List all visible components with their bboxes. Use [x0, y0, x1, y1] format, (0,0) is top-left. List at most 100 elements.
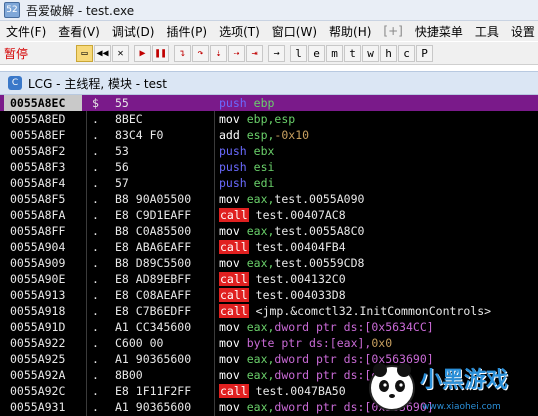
instruction-address: 0055A8FF [10, 224, 66, 238]
instruction-text: mov eax,dword ptr ds:[eax] [219, 367, 399, 383]
instruction-mnemonic: call [219, 304, 249, 318]
row-marker: . [92, 256, 99, 270]
disassembly-row[interactable]: 0055A90E. E8 AD89EBFF call test.004132C0 [0, 271, 538, 287]
disassembly-row[interactable]: 0055A91D. A1 CC345600 mov eax,dword ptr ds… [0, 319, 538, 335]
instruction-text: mov eax,test.00559CD8 [219, 255, 364, 271]
instruction-text: push ebx [219, 143, 274, 159]
disassembly-row[interactable]: 0055A918. E8 C7B6EDFF call <jmp.&comctl32.… [0, 303, 538, 319]
disassembly-row[interactable]: 0055A913. E8 C08AEAFF call test.004033D8 [0, 287, 538, 303]
instruction-operand: eax, [246, 400, 275, 414]
disassembly-row[interactable]: 0055A8F4. 57 push edi [0, 175, 538, 191]
instruction-address: 0055A8F4 [10, 176, 66, 190]
instruction-address: 0055A913 [10, 288, 66, 302]
instruction-text: call test.004132C0 [219, 271, 346, 287]
menu-item[interactable]: 调试(D) [106, 23, 161, 40]
open-file-icon[interactable]: ▭ [76, 44, 93, 62]
disassembly-row[interactable]: 0055A8F5. B8 90A05500 mov eax,test.0055A09… [0, 191, 538, 207]
disassembly-row[interactable]: 0055A922. C600 00 mov byte ptr ds:[eax],0x… [0, 335, 538, 351]
instruction-operand: byte ptr ds:[eax], [246, 336, 372, 350]
instruction-text: mov ebp,esp [219, 111, 295, 127]
instruction-bytes: B8 D89C5500 [115, 256, 192, 270]
disassembly-row[interactable]: 0055A8F2. 53 push ebx [0, 143, 538, 159]
instruction-mnemonic: mov [219, 400, 240, 414]
instruction-address: 0055A918 [10, 304, 66, 318]
instruction-mnemonic: call [219, 208, 249, 222]
disassembly-row[interactable]: 0055A8F3. 56 push esi [0, 159, 538, 175]
instruction-operand: <jmp.&comctl32.InitCommonControls> [255, 304, 492, 318]
row-marker: . [92, 304, 99, 318]
window-shortcut-button[interactable]: P [416, 44, 433, 62]
cpu-window-titlebar: C LCG - 主线程, 模块 - test [0, 71, 538, 95]
execute-till-return-icon[interactable]: ⇥ [246, 44, 263, 62]
row-marker: . [92, 384, 99, 398]
step-into-icon[interactable]: ↴ [174, 44, 191, 62]
step-over-icon[interactable]: ↷ [192, 44, 209, 62]
run-icon[interactable]: ▶ [134, 44, 151, 62]
menu-item[interactable]: [+] [377, 24, 408, 38]
window-shortcut-buttons: lemtwhcP [290, 44, 434, 62]
window-shortcut-button[interactable]: c [398, 44, 415, 62]
disassembly-row[interactable]: 0055A8ED. 8BEC mov ebp,esp [0, 111, 538, 127]
menu-item[interactable]: 快捷菜单 [409, 23, 469, 40]
instruction-bytes: 55 [115, 96, 129, 110]
instruction-bytes: 56 [115, 160, 129, 174]
instruction-address: 0055A8F2 [10, 144, 66, 158]
menu-item[interactable]: 窗口(W) [266, 23, 323, 40]
instruction-operand: ebp [253, 96, 275, 110]
goto-address-icon[interactable]: → [268, 44, 285, 62]
instruction-address: 0055A92A [10, 368, 66, 382]
instruction-bytes: B8 C0A85500 [115, 224, 192, 238]
disassembly-row[interactable]: 0055A904. E8 ABA6EAFF call test.00404FB4 [0, 239, 538, 255]
disassembly-row[interactable]: 0055A8EC $55 push ebp [0, 95, 538, 111]
instruction-operand: dword ptr ds:[0x563690] [274, 352, 434, 366]
menu-item[interactable]: 设置 [505, 23, 538, 40]
window-shortcut-button[interactable]: l [290, 44, 307, 62]
disassembly-row[interactable]: 0055A8FF. B8 C0A85500 mov eax,test.0055A8C… [0, 223, 538, 239]
menu-item[interactable]: 选项(T) [213, 23, 266, 40]
instruction-text: push esi [219, 159, 274, 175]
restart-icon[interactable]: ◀◀ [94, 44, 111, 62]
pause-icon[interactable]: ❚❚ [152, 44, 169, 62]
instruction-address: 0055A925 [10, 352, 66, 366]
close-process-icon[interactable]: ✕ [112, 44, 129, 62]
menu-item[interactable]: 帮助(H) [323, 23, 377, 40]
instruction-address: 0055A904 [10, 240, 66, 254]
instruction-bytes: A1 90365600 [115, 400, 192, 414]
instruction-bytes: 57 [115, 176, 129, 190]
disassembly-row[interactable]: 0055A8EF. 83C4 F0 add esp,-0x10 [0, 127, 538, 143]
row-marker: . [92, 160, 99, 174]
watermark-url: www.xiaohei.com [422, 402, 501, 412]
window-shortcut-button[interactable]: w [362, 44, 379, 62]
row-marker: . [92, 336, 99, 350]
instruction-operand: test.004132C0 [255, 272, 346, 286]
window-shortcut-button[interactable]: t [344, 44, 361, 62]
menu-item[interactable]: 查看(V) [52, 23, 106, 40]
instruction-address: 0055A8ED [10, 112, 66, 126]
disassembly-row[interactable]: 0055A909. B8 D89C5500 mov eax,test.00559CD… [0, 255, 538, 271]
row-marker: . [92, 176, 99, 190]
menu-item[interactable]: 工具 [469, 23, 505, 40]
instruction-text: mov eax,dword ptr ds:[0x563690] [219, 399, 434, 415]
instruction-address: 0055A931 [10, 400, 66, 414]
row-marker: . [92, 352, 99, 366]
instruction-mnemonic: push [219, 144, 247, 158]
window-shortcut-button[interactable]: e [308, 44, 325, 62]
row-marker: . [92, 112, 99, 126]
menu-item[interactable]: 文件(F) [0, 23, 52, 40]
instruction-bytes: C600 00 [115, 336, 164, 350]
instruction-mnemonic: mov [219, 112, 240, 126]
instruction-bytes: E8 ABA6EAFF [115, 240, 192, 254]
instruction-bytes: A1 90365600 [115, 352, 192, 366]
trace-over-icon[interactable]: ⇢ [228, 44, 245, 62]
trace-into-icon[interactable]: ⇣ [210, 44, 227, 62]
row-marker: . [92, 272, 99, 286]
window-shortcut-button[interactable]: h [380, 44, 397, 62]
instruction-text: call test.00407AC8 [219, 207, 346, 223]
instruction-operand: test.0047BA50 [255, 384, 346, 398]
window-shortcut-button[interactable]: m [326, 44, 343, 62]
row-marker: . [92, 128, 99, 142]
instruction-mnemonic: call [219, 384, 249, 398]
menu-item[interactable]: 插件(P) [160, 23, 213, 40]
instruction-operand: eax, [246, 352, 275, 366]
disassembly-row[interactable]: 0055A8FA. E8 C9D1EAFF call test.00407AC8 [0, 207, 538, 223]
